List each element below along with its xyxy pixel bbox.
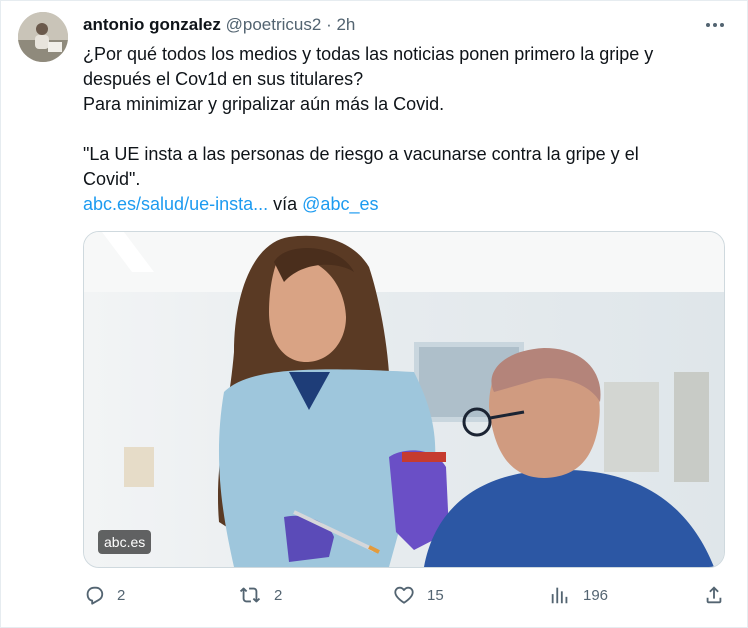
- article-link[interactable]: abc.es/salud/ue-insta...: [83, 194, 268, 214]
- reply-button[interactable]: 2: [83, 584, 125, 606]
- views-count: 196: [583, 586, 609, 604]
- quote-line: "La UE insta a las personas de riesgo a …: [83, 144, 639, 164]
- like-count: 15: [427, 586, 444, 604]
- views-button[interactable]: 196: [549, 584, 608, 606]
- retweet-button[interactable]: 2: [238, 584, 282, 606]
- tweet-actions: 2 2 15 196: [83, 584, 733, 610]
- share-icon: [706, 586, 722, 604]
- tweet-line: después el Cov1d en sus titulares?: [83, 69, 364, 89]
- retweet-count: 2: [274, 586, 283, 604]
- more-options-button[interactable]: [704, 14, 726, 36]
- via-text: vía: [273, 194, 298, 214]
- retweet-icon: [239, 587, 261, 603]
- tweet-header: antonio gonzalez @poetricus2 · 2h: [83, 14, 355, 36]
- header-separator: ·: [326, 15, 332, 34]
- more-horizontal-icon: [706, 23, 724, 27]
- share-button[interactable]: [703, 584, 725, 606]
- reply-count: 2: [117, 586, 126, 604]
- author-avatar[interactable]: [18, 12, 68, 62]
- media-photo: [84, 232, 724, 567]
- media-card[interactable]: abc.es: [83, 231, 725, 568]
- tweet-line: Para minimizar y gripalizar aún más la C…: [83, 94, 445, 114]
- reply-icon: [86, 586, 104, 605]
- author-name[interactable]: antonio gonzalez: [83, 15, 221, 34]
- author-handle[interactable]: @poetricus2: [226, 15, 322, 34]
- link-line: abc.es/salud/ue-insta... vía @abc_es: [83, 192, 713, 217]
- like-button[interactable]: 15: [393, 584, 444, 606]
- heart-icon: [394, 586, 414, 604]
- tweet-text: ¿Por qué todos los medios y todas las no…: [83, 42, 713, 217]
- views-chart-icon: [551, 587, 568, 604]
- via-handle-link[interactable]: @abc_es: [302, 194, 378, 214]
- tweet-line: ¿Por qué todos los medios y todas las no…: [83, 44, 654, 64]
- quote-line: Covid".: [83, 169, 141, 189]
- media-source-badge: abc.es: [98, 530, 152, 554]
- tweet-timestamp[interactable]: 2h: [336, 15, 355, 34]
